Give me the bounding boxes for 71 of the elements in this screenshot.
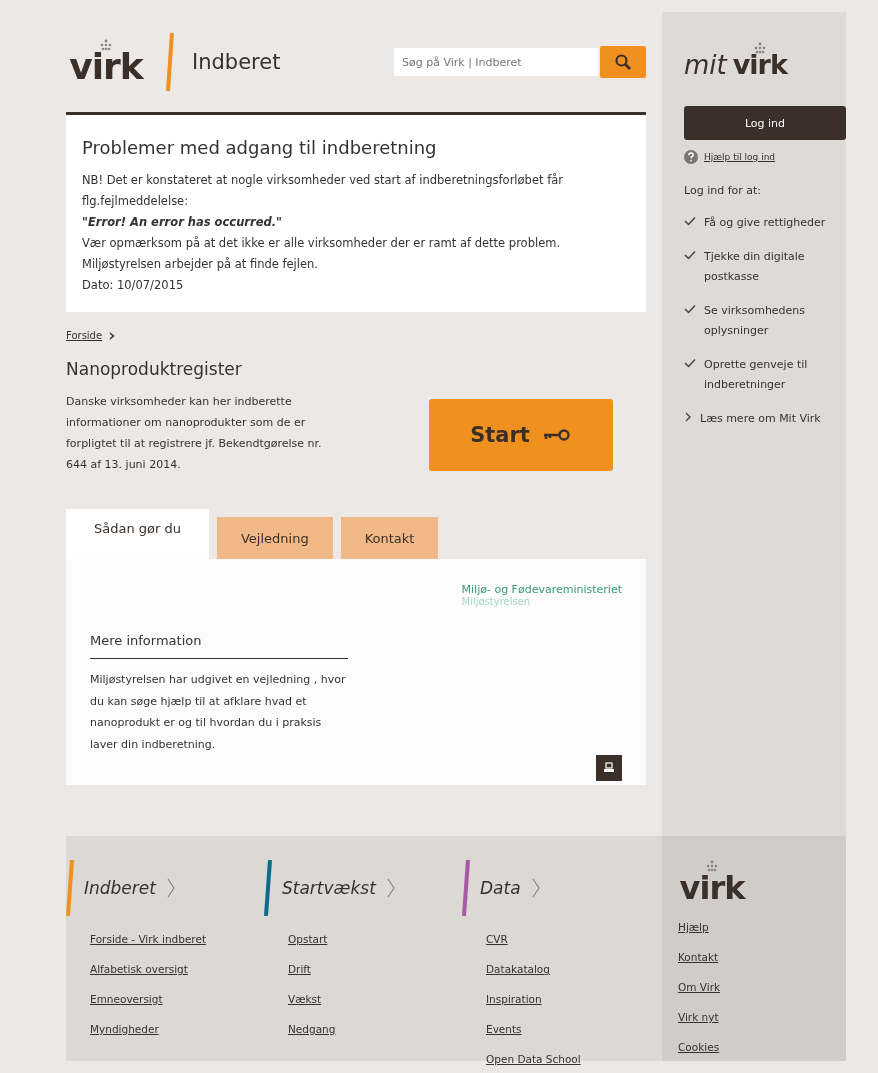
footer-link[interactable]: Myndigheder — [90, 1014, 264, 1044]
accent-bar-icon — [264, 860, 272, 916]
notice-text: "Error! An error has occurred." — [82, 214, 284, 231]
notice-text: Dato: 10/07/2015 — [82, 277, 185, 294]
search-field[interactable]: Søg på Virk | Indberet — [394, 48, 598, 76]
footer-link[interactable]: Inspiration — [486, 984, 660, 1014]
footer-link[interactable]: Emneoversigt — [90, 984, 264, 1014]
search-button[interactable] — [600, 46, 646, 78]
crown-icon — [98, 39, 114, 51]
check-icon — [684, 250, 696, 260]
footer-link[interactable]: Vækst — [288, 984, 462, 1014]
footer-link[interactable]: Cookies — [678, 1032, 846, 1062]
notice-text: Vær opmærksom på at det ikke er alle virksomheder der er ramt af dette problem. — [82, 235, 562, 252]
footer-link[interactable]: Hjælp — [678, 912, 846, 942]
tab[interactable]: Kontakt — [340, 517, 439, 559]
benefit-text: Oprette genveje til indberetninger — [704, 357, 809, 393]
login-button[interactable]: Log ind — [684, 106, 846, 140]
page-title: Nanoproduktregister — [66, 359, 243, 379]
read-more-link[interactable]: Læs mere om Mit Virk — [700, 409, 821, 429]
tab[interactable]: Sådan gør du — [66, 509, 209, 559]
footer-heading-link[interactable]: Startvækst — [282, 878, 376, 898]
check-icon — [684, 216, 696, 226]
chevron-icon — [530, 878, 541, 898]
logo-divider-icon — [166, 33, 174, 91]
ministry-name: Miljø- og Fødevareministeriet — [461, 583, 622, 596]
help-icon — [684, 150, 698, 164]
footer-heading-link[interactable]: Indberet — [84, 878, 156, 898]
footer-link[interactable]: Datakatalog — [486, 954, 660, 984]
accent-bar-icon — [462, 860, 470, 916]
intro-text: Danske virksomheder kan her indberette informationer om nanoprodukter som de er forpligtet til at registrere jf. Bekendtgørelse nr. 644 af 13. juni 2014. — [66, 394, 323, 473]
section-heading: Mere information — [90, 633, 348, 659]
footer-link[interactable]: Nedgang — [288, 1014, 462, 1044]
help-link[interactable]: Hjælp til log ind — [704, 152, 776, 162]
check-icon — [684, 304, 696, 314]
agency-name: Miljøstyrelsen — [461, 596, 532, 607]
chevron-icon — [108, 331, 117, 340]
footer-link[interactable]: Open Data School — [486, 1044, 660, 1073]
notice-text: NB! Det er konstateret at nogle virksomheder ved start af indberetningsforløbet får flg.fejlmeddelelse: — [82, 172, 564, 210]
key-icon — [541, 428, 572, 442]
virk-logo[interactable]: virk — [66, 39, 146, 85]
benefit-text: Tjekke din digitale postkasse — [704, 249, 806, 285]
search-icon — [614, 53, 632, 71]
start-button[interactable]: Start — [429, 399, 613, 471]
tab[interactable]: Vejledning — [217, 517, 333, 559]
footer-heading-link[interactable]: Data — [480, 878, 521, 898]
mit-virk-logo[interactable]: mit virk — [684, 42, 846, 80]
footer-link[interactable]: Om Virk — [678, 972, 846, 1002]
print-button[interactable] — [596, 755, 622, 781]
footer-link[interactable]: Forside - Virk indberet — [90, 924, 264, 954]
check-icon — [684, 358, 696, 368]
chevron-icon — [165, 878, 176, 898]
footer-link[interactable]: Virk nyt — [678, 1002, 846, 1032]
footer-link[interactable]: Kontakt — [678, 942, 846, 972]
breadcrumb-link[interactable]: Forside — [66, 330, 103, 341]
print-icon — [603, 762, 615, 774]
chevron-icon — [385, 878, 396, 898]
footer-link[interactable]: Alfabetisk oversigt — [90, 954, 264, 984]
footer-link[interactable]: Opstart — [288, 924, 462, 954]
benefits-title: Log ind for at: — [684, 184, 763, 197]
footer-link[interactable]: Events — [486, 1014, 660, 1044]
virk-logo[interactable]: virk — [672, 860, 752, 904]
benefit-text: Se virksomhedens oplysninger — [704, 303, 807, 339]
benefit-text: Få og give rettigheder — [704, 215, 826, 231]
info-text: Miljøstyrelsen har udgivet en vejledning , hvor du kan søge hjælp til at afklare hvad et nanoprodukt er og til hvordan du i praksis laver din indberetning. — [90, 672, 347, 753]
accent-bar-icon — [66, 860, 74, 916]
section-title: Indberet — [192, 50, 281, 74]
footer-link[interactable]: Drift — [288, 954, 462, 984]
footer-link[interactable]: CVR — [486, 924, 660, 954]
chevron-icon — [684, 412, 692, 422]
notice-title: Problemer med adgang til indberetning — [82, 137, 438, 158]
notice-text: Miljøstyrelsen arbejder på at finde fejlen. — [82, 256, 320, 273]
